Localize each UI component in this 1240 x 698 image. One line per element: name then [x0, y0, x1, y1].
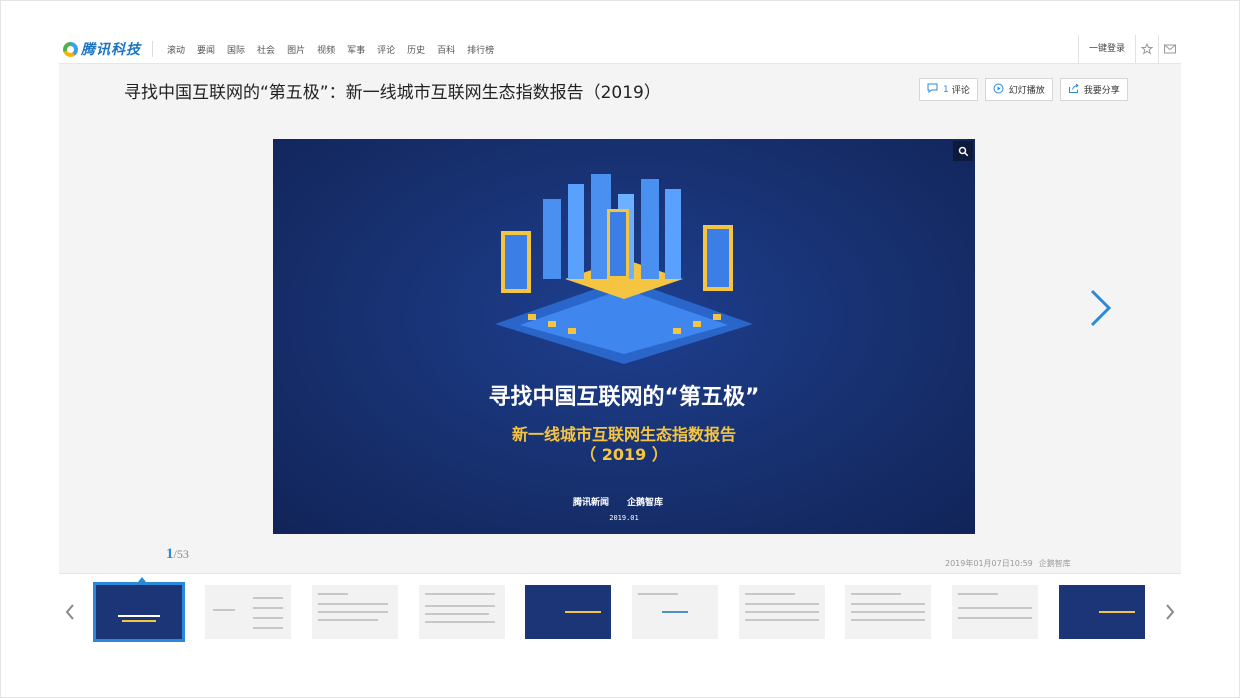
publish-datetime: 2019年01月07日10:59 — [945, 559, 1033, 568]
chevron-left-icon — [65, 604, 74, 620]
comment-count: 1 — [943, 84, 949, 95]
nav-items: 滚动 要闻 国际 社会 图片 视频 军事 评论 历史 百科 排行榜 — [167, 35, 506, 63]
share-button[interactable]: 我要分享 — [1059, 78, 1128, 101]
slide-year: （ 2019 ） — [580, 445, 668, 464]
nav-item-society[interactable]: 社会 — [257, 43, 275, 56]
nav-right: 一键登录 — [1077, 35, 1181, 63]
slideshow-button[interactable]: 幻灯播放 — [984, 78, 1053, 101]
brand-logo[interactable]: 腾讯科技 — [63, 40, 141, 58]
thumb-line — [1099, 611, 1135, 613]
slide-title: 寻找中国互联网的“第五极” — [488, 385, 760, 410]
page-counter: 1/53 — [166, 546, 189, 563]
nav-item-ranking[interactable]: 排行榜 — [467, 43, 494, 56]
thumb-line — [425, 593, 495, 595]
slide-brand-right: 企鹅智库 — [627, 498, 664, 508]
thumb-line — [122, 620, 156, 622]
thumbnail-7[interactable] — [739, 585, 825, 639]
thumb-line — [958, 617, 1032, 619]
thumb-line — [213, 609, 235, 611]
current-page: 1 — [166, 546, 174, 562]
thumb-line — [851, 611, 925, 613]
comment-icon — [927, 83, 938, 96]
thumb-line — [745, 593, 795, 595]
zoom-button[interactable] — [953, 141, 973, 161]
nav-item-international[interactable]: 国际 — [227, 43, 245, 56]
thumb-line — [253, 597, 283, 599]
nav-item-comment[interactable]: 评论 — [377, 43, 395, 56]
total-pages: /53 — [173, 547, 189, 561]
nav-item-scroll[interactable]: 滚动 — [167, 43, 185, 56]
thumbnail-5[interactable] — [525, 585, 611, 639]
thumb-line — [745, 603, 819, 605]
nav-item-pictures[interactable]: 图片 — [287, 43, 305, 56]
city-illustration — [495, 174, 753, 364]
active-thumbnail-pointer — [138, 577, 146, 582]
thumb-line — [425, 605, 495, 607]
nav-item-video[interactable]: 视频 — [317, 43, 335, 56]
thumb-line — [638, 593, 678, 595]
thumb-line — [662, 611, 688, 613]
article-title: 寻找中国互联网的“第五极”：新一线城市互联网生态指数报告（2019） — [124, 83, 661, 103]
brand-logo-text: 腾讯科技 — [81, 42, 141, 58]
thumbnail-10[interactable] — [1059, 585, 1145, 639]
thumbnail-8[interactable] — [845, 585, 931, 639]
article-meta: 2019年01月07日10:59 企鹅智库 — [939, 558, 1071, 569]
login-button[interactable]: 一键登录 — [1077, 35, 1135, 63]
nav-item-news[interactable]: 要闻 — [197, 43, 215, 56]
thumb-line — [318, 603, 388, 605]
thumb-line — [745, 619, 819, 621]
comment-button[interactable]: 1 评论 — [919, 78, 978, 101]
thumb-line — [318, 611, 388, 613]
nav-item-military[interactable]: 军事 — [347, 43, 365, 56]
slide-brand-left: 腾讯新闻 — [573, 498, 610, 508]
thumb-line — [118, 615, 160, 617]
thumb-line — [425, 613, 489, 615]
slide-viewer[interactable]: 寻找中国互联网的“第五极” 新一线城市互联网生态指数报告 （ 2019 ） 腾讯… — [273, 139, 975, 534]
thumb-line — [851, 603, 925, 605]
star-icon[interactable] — [1135, 35, 1158, 63]
thumbnail-4[interactable] — [419, 585, 505, 639]
thumbnail-9[interactable] — [952, 585, 1038, 639]
comment-label: 评论 — [951, 86, 970, 96]
thumbnail-2[interactable] — [205, 585, 291, 639]
thumb-line — [253, 627, 283, 629]
chevron-right-icon — [1166, 604, 1175, 620]
thumb-line — [745, 611, 819, 613]
thumbnail-3[interactable] — [312, 585, 398, 639]
thumbnail-strip — [59, 573, 1181, 650]
thumb-line — [958, 607, 1032, 609]
article-actions: 1 评论 幻灯播放 我要分享 — [919, 78, 1135, 101]
nav-divider — [152, 41, 153, 57]
thumb-line — [318, 619, 378, 621]
thumbnail-prev-button[interactable] — [59, 574, 81, 650]
mail-icon[interactable] — [1158, 35, 1181, 63]
slideshow-label: 幻灯播放 — [1008, 86, 1045, 96]
article-source[interactable]: 企鹅智库 — [1039, 559, 1071, 568]
slide-date: 2019.01 — [609, 514, 639, 522]
tencent-logo-icon — [63, 41, 78, 57]
thumb-line — [565, 611, 601, 613]
search-icon — [958, 146, 968, 156]
thumb-line — [318, 593, 348, 595]
nav-item-history[interactable]: 历史 — [407, 43, 425, 56]
share-icon — [1068, 83, 1079, 97]
thumbnail-next-button[interactable] — [1159, 574, 1181, 650]
thumb-line — [253, 617, 283, 619]
thumb-line — [851, 619, 925, 621]
nav-item-encyclopedia[interactable]: 百科 — [437, 43, 455, 56]
top-navigation: 腾讯科技 滚动 要闻 国际 社会 图片 视频 军事 评论 历史 百科 排行榜 一… — [59, 35, 1181, 64]
thumb-line — [253, 607, 283, 609]
share-label: 我要分享 — [1083, 86, 1120, 96]
thumb-line — [851, 593, 901, 595]
play-icon — [993, 83, 1004, 97]
thumbnail-1[interactable] — [93, 582, 185, 642]
slide-brands: 腾讯新闻 企鹅智库 — [573, 495, 681, 508]
next-slide-button[interactable] — [1086, 288, 1116, 328]
thumb-line — [425, 621, 495, 623]
thumb-line — [958, 593, 998, 595]
chevron-right-icon — [1090, 289, 1112, 327]
thumbnail-6[interactable] — [632, 585, 718, 639]
